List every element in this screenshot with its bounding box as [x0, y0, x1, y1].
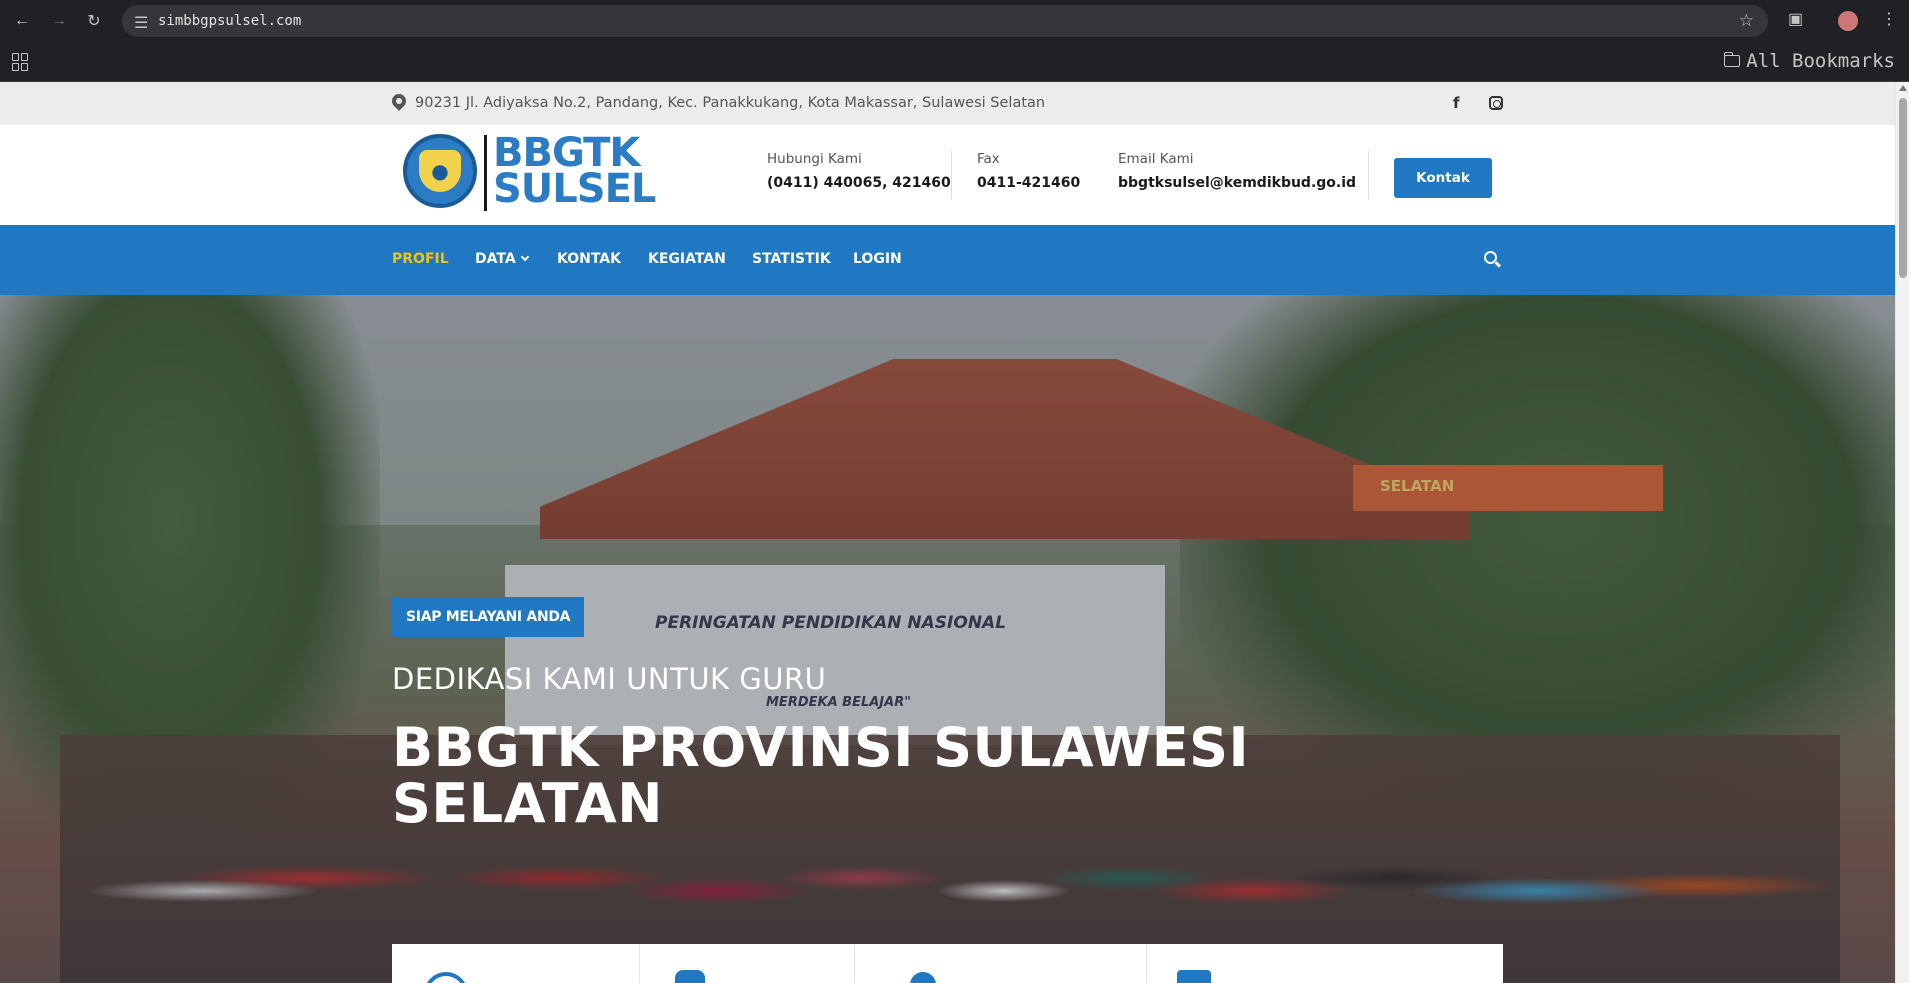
feature-briefcase-icon: [1177, 970, 1211, 983]
site-header: ● BBGTK SULSEL Hubungi Kami (0411) 44006…: [0, 125, 1895, 225]
contact-phone: Hubungi Kami (0411) 440065, 421460: [767, 151, 951, 191]
address-info: 90231 Jl. Adiyaksa No.2, Pandang, Kec. P…: [392, 94, 1045, 112]
contact-email-label: Email Kami: [1118, 151, 1194, 167]
nav-item-data[interactable]: DATA: [475, 251, 529, 267]
feature-circle-icon: [424, 972, 468, 983]
search-icon[interactable]: [1484, 251, 1497, 264]
nav-item-data-label: DATA: [475, 251, 516, 267]
contact-fax-label: Fax: [977, 151, 1000, 167]
scroll-up-icon[interactable]: [1899, 85, 1907, 91]
site-info-icon[interactable]: ☰: [134, 13, 150, 32]
apps-grid-icon[interactable]: [12, 53, 30, 71]
feature-cards: [392, 944, 1503, 983]
map-pin-icon: [392, 94, 406, 112]
bookmark-star-icon[interactable]: ☆: [1739, 11, 1754, 31]
divider: [1368, 151, 1369, 199]
extensions-icon[interactable]: ▣: [1788, 9, 1803, 29]
divider: [639, 944, 640, 983]
address-text: 90231 Jl. Adiyaksa No.2, Pandang, Kec. P…: [415, 95, 1046, 111]
site-logo-text[interactable]: BBGTK SULSEL: [493, 133, 656, 212]
folder-icon: [1723, 52, 1741, 67]
nav-item-login[interactable]: LOGIN: [853, 251, 902, 267]
main-nav: PROFIL DATA KONTAK KEGIATAN STATISTIK LO…: [0, 225, 1895, 295]
top-info-bar: 90231 Jl. Adiyaksa No.2, Pandang, Kec. P…: [0, 82, 1895, 125]
nav-item-kegiatan[interactable]: KEGIATAN: [648, 251, 726, 267]
hero-title: BBGTK PROVINSI SULAWESI SELATAN: [392, 716, 1250, 835]
kontak-button[interactable]: Kontak: [1394, 158, 1492, 198]
hero-section: PERINGATAN PENDIDIKAN NASIONAL MERDEKA B…: [0, 295, 1895, 983]
hero-overlay: [0, 295, 1895, 983]
hero-badge: SIAP MELAYANI ANDA: [392, 597, 585, 637]
page-viewport: 90231 Jl. Adiyaksa No.2, Pandang, Kec. P…: [0, 82, 1909, 983]
url-text[interactable]: simbbgpsulsel.com: [158, 13, 301, 29]
logo-divider: [484, 135, 487, 211]
hero-subtitle: DEDIKASI KAMI UNTUK GURU: [392, 662, 827, 696]
all-bookmarks-button[interactable]: All Bookmarks: [1723, 50, 1895, 72]
contact-phone-label: Hubungi Kami: [767, 151, 862, 167]
scroll-thumb[interactable]: [1899, 98, 1907, 278]
logo-seal-icon[interactable]: ●: [403, 134, 477, 208]
contact-phone-value: (0411) 440065, 421460: [767, 175, 951, 191]
bookmarks-bar: All Bookmarks: [0, 42, 1909, 82]
scrollbar[interactable]: [1895, 82, 1909, 983]
nav-item-profil[interactable]: PROFIL: [392, 251, 449, 267]
nav-item-kontak[interactable]: KONTAK: [557, 251, 621, 267]
contact-fax: Fax 0411-421460: [977, 151, 1080, 191]
address-bar[interactable]: ☰ simbbgpsulsel.com ☆: [122, 5, 1768, 37]
forward-icon[interactable]: →: [47, 9, 71, 33]
all-bookmarks-label: All Bookmarks: [1746, 50, 1895, 72]
divider: [1146, 944, 1147, 983]
chevron-down-icon: [520, 252, 529, 262]
tut-wuri-emblem-icon: ●: [419, 150, 461, 192]
nav-item-statistik[interactable]: STATISTIK: [752, 251, 831, 267]
contact-email-value[interactable]: bbgtksulsel@kemdikbud.go.id: [1118, 175, 1356, 191]
logo-line-2: SULSEL: [493, 166, 656, 212]
divider: [951, 151, 952, 199]
profile-avatar[interactable]: [1838, 11, 1858, 31]
contact-email: Email Kami bbgtksulsel@kemdikbud.go.id: [1118, 151, 1356, 191]
instagram-icon[interactable]: [1489, 96, 1503, 110]
divider: [854, 944, 855, 983]
browser-toolbar: ← → ↻ ☰ simbbgpsulsel.com ☆ ▣ ⋮: [0, 0, 1909, 42]
facebook-icon[interactable]: f: [1453, 94, 1460, 112]
menu-kebab-icon[interactable]: ⋮: [1881, 9, 1897, 29]
contact-fax-value: 0411-421460: [977, 175, 1081, 191]
feature-dot-icon: [910, 972, 936, 983]
reload-icon[interactable]: ↻: [82, 9, 106, 33]
feature-shield-icon: [675, 970, 705, 983]
back-icon[interactable]: ←: [10, 9, 34, 33]
